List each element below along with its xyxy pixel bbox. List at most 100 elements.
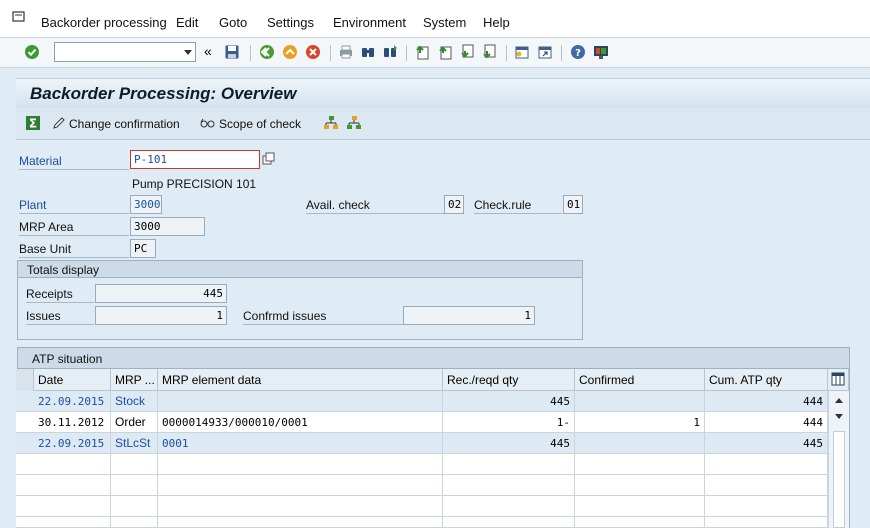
material-label: Material: [19, 154, 62, 168]
cell-mrp: StLcSt: [111, 433, 158, 454]
previous-page-icon[interactable]: [437, 44, 453, 60]
empty-row: [16, 475, 828, 496]
col-confirmed[interactable]: Confirmed: [575, 369, 705, 391]
collapse-hierarchy-icon[interactable]: [346, 115, 362, 131]
cell-cum: 444: [705, 391, 828, 412]
vertical-scrollbar[interactable]: [828, 391, 849, 528]
scroll-down-icon[interactable]: [834, 413, 844, 421]
material-description: Pump PRECISION 101: [132, 177, 257, 191]
cell-cum: 445: [705, 433, 828, 454]
avail-check-value: 02: [444, 195, 464, 214]
col-mrp-element-data[interactable]: MRP element data: [158, 369, 443, 391]
cell-element: 0001: [158, 433, 443, 454]
table-row[interactable]: 22.09.2015 StLcSt 0001 445 445: [16, 433, 828, 454]
receipts-value: 445: [95, 284, 227, 303]
find-next-icon[interactable]: [382, 44, 398, 60]
col-cum-atp-qty[interactable]: Cum. ATP qty: [705, 369, 828, 391]
material-input[interactable]: P-101: [130, 150, 260, 169]
last-page-icon[interactable]: [481, 44, 497, 60]
mrp-area-label: MRP Area: [19, 220, 74, 234]
cell-element: 0000014933/000010/0001: [158, 412, 443, 433]
expand-hierarchy-icon[interactable]: [323, 115, 339, 131]
cell-qty: 1-: [443, 412, 575, 433]
cell-date: 22.09.2015: [34, 433, 111, 454]
pencil-icon[interactable]: [52, 116, 66, 130]
scroll-up-icon[interactable]: [834, 396, 844, 404]
print-icon[interactable]: [338, 44, 354, 60]
menu-edit[interactable]: Edit: [176, 15, 198, 30]
issues-value: 1: [95, 306, 227, 325]
customize-layout-icon[interactable]: [593, 44, 609, 60]
atp-situation-title: ATP situation: [18, 348, 849, 369]
menu-system[interactable]: System: [423, 15, 466, 30]
table-settings-icon: [831, 372, 845, 386]
cell-confirmed: [575, 433, 705, 454]
menu-bar: Backorder processing Edit Goto Settings …: [0, 0, 870, 38]
screen-title-bar: Backorder Processing: Overview: [16, 78, 870, 108]
system-menu-icon[interactable]: [12, 11, 26, 23]
base-unit-value: PC: [130, 239, 156, 258]
scope-of-check-button[interactable]: Scope of check: [219, 117, 301, 131]
check-rule-value: 01: [563, 195, 583, 214]
cell-qty: 445: [443, 433, 575, 454]
back-icon[interactable]: [259, 44, 275, 60]
receipts-label: Receipts: [26, 287, 73, 301]
atp-table: Date MRP ... MRP element data Rec./reqd …: [16, 369, 849, 528]
scroll-thumb[interactable]: [833, 431, 845, 528]
application-toolbar: Σ Change confirmation Scope of check: [16, 108, 870, 140]
first-page-icon[interactable]: [414, 44, 430, 60]
issues-label: Issues: [26, 309, 61, 323]
totals-display-title: Totals display: [18, 261, 582, 278]
cell-date: 30.11.2012: [34, 412, 111, 433]
empty-row: [16, 517, 828, 528]
exit-icon[interactable]: [282, 44, 298, 60]
collapse-command-icon[interactable]: «: [204, 43, 212, 59]
confirmed-issues-value: 1: [403, 306, 535, 325]
menu-backorder-processing[interactable]: Backorder processing: [41, 15, 167, 30]
shortcut-icon[interactable]: [537, 44, 553, 60]
plant-label: Plant: [19, 198, 47, 212]
totals-display-group: Totals display Receipts 445 Issues 1 Con…: [17, 260, 583, 340]
change-confirmation-button[interactable]: Change confirmation: [69, 117, 180, 131]
command-field[interactable]: [54, 42, 196, 62]
menu-environment[interactable]: Environment: [333, 15, 406, 30]
help-icon[interactable]: ?: [570, 44, 586, 60]
create-session-icon[interactable]: [514, 44, 530, 60]
find-icon[interactable]: [360, 44, 376, 60]
cell-confirmed: [575, 391, 705, 412]
cell-confirmed: 1: [575, 412, 705, 433]
empty-row: [16, 496, 828, 517]
base-unit-label: Base Unit: [19, 242, 72, 256]
standard-toolbar: « ?: [0, 38, 870, 68]
glasses-icon[interactable]: [200, 116, 216, 130]
cancel-icon[interactable]: [305, 44, 321, 60]
avail-check-label: Avail. check: [306, 198, 370, 212]
next-page-icon[interactable]: [459, 44, 475, 60]
svg-text:?: ?: [575, 48, 581, 59]
col-mrp[interactable]: MRP ...: [111, 369, 158, 391]
table-row[interactable]: 22.09.2015 Stock 445 444: [16, 391, 828, 412]
plant-value: 3000: [130, 195, 162, 214]
col-date[interactable]: Date: [34, 369, 111, 391]
col-rec-reqd-qty[interactable]: Rec./reqd qty: [443, 369, 575, 391]
multiple-selection-icon[interactable]: [262, 152, 276, 166]
chevron-down-icon[interactable]: [184, 50, 192, 55]
cell-date: 22.09.2015: [34, 391, 111, 412]
empty-row: [16, 454, 828, 475]
svg-text:Σ: Σ: [29, 117, 37, 131]
table-row[interactable]: 30.11.2012 Order 0000014933/000010/0001 …: [16, 412, 828, 433]
layout-settings-button[interactable]: [828, 369, 849, 391]
enter-icon[interactable]: [24, 44, 40, 60]
page-title: Backorder Processing: Overview: [30, 84, 297, 103]
check-rule-label: Check.rule: [474, 198, 532, 212]
cell-element: [158, 391, 443, 412]
menu-settings[interactable]: Settings: [267, 15, 314, 30]
mrp-area-value: 3000: [130, 217, 205, 236]
sum-icon[interactable]: Σ: [26, 116, 40, 130]
menu-help[interactable]: Help: [483, 15, 510, 30]
cell-cum: 444: [705, 412, 828, 433]
save-icon[interactable]: [224, 44, 240, 60]
confirmed-issues-label: Confrmd issues: [243, 309, 327, 323]
cell-mrp: Stock: [111, 391, 158, 412]
menu-goto[interactable]: Goto: [219, 15, 247, 30]
